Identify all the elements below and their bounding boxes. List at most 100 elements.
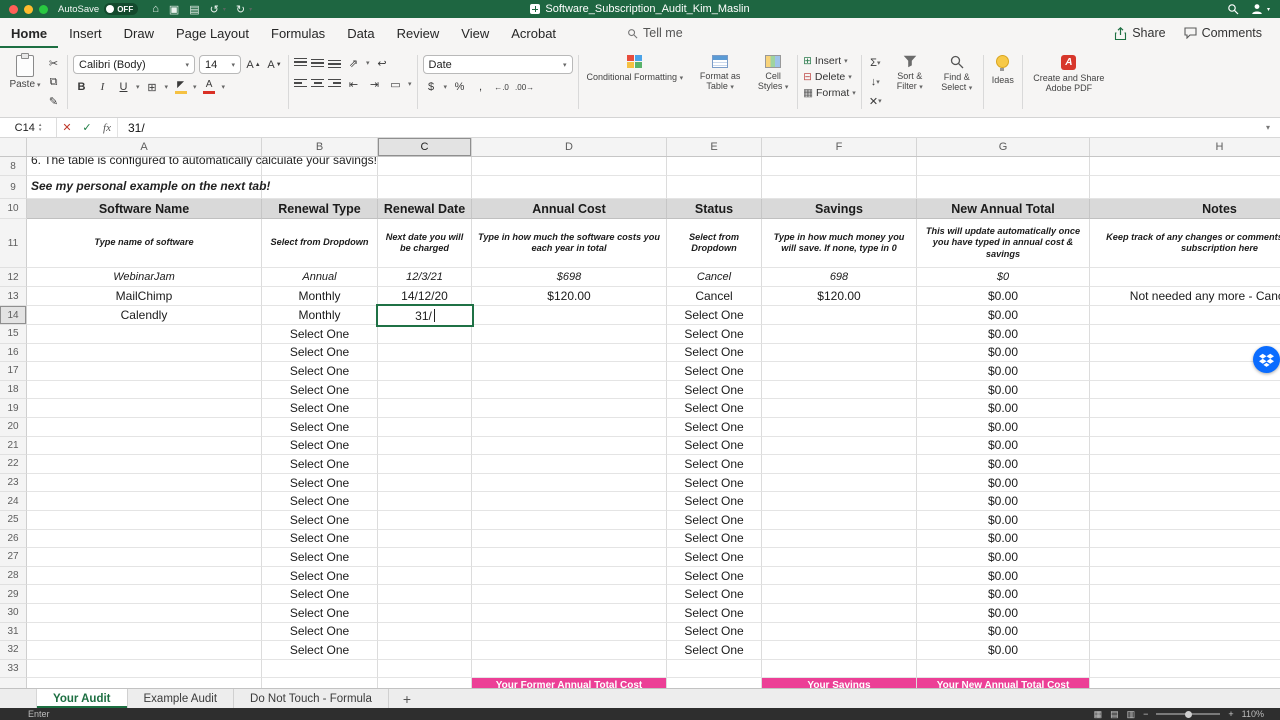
cell-C17[interactable] xyxy=(378,362,472,381)
percent-button[interactable]: % xyxy=(451,79,468,95)
cell-G12[interactable]: $0 xyxy=(917,268,1090,287)
cell-C12[interactable]: 12/3/21 xyxy=(378,268,472,287)
account-dropdown-icon[interactable]: ▾ xyxy=(1267,6,1270,13)
borders-button[interactable]: ⊞ xyxy=(144,79,161,95)
row-header-24[interactable]: 24 xyxy=(0,492,27,511)
cell-H28[interactable] xyxy=(1090,567,1280,586)
cell-F11[interactable]: Type in how much money you will save. If… xyxy=(762,219,917,268)
orientation-dropdown-icon[interactable]: ▾ xyxy=(366,59,370,67)
undo-icon[interactable]: ↺ xyxy=(210,3,219,16)
cell-G20[interactable]: $0.00 xyxy=(917,417,1090,437)
cell-B17[interactable]: Select One xyxy=(262,362,378,381)
decrease-indent-button[interactable]: ⇤ xyxy=(345,76,362,92)
cell-B23[interactable]: Select One xyxy=(262,473,378,493)
cell-F31[interactable] xyxy=(762,622,917,642)
cell-F16[interactable] xyxy=(762,343,917,363)
cell-F32[interactable] xyxy=(762,641,917,660)
zoom-slider[interactable] xyxy=(1156,710,1221,718)
increase-indent-button[interactable]: ⇥ xyxy=(366,76,383,92)
name-box-stepper[interactable]: ▴ ▾ xyxy=(39,122,42,133)
cell-A23[interactable] xyxy=(27,473,262,493)
insert-function-button[interactable]: fx xyxy=(97,122,117,134)
bold-button[interactable]: B xyxy=(73,79,90,95)
ribbon-tab-insert[interactable]: Insert xyxy=(58,18,113,48)
cell-H27[interactable] xyxy=(1090,548,1280,567)
cell-E8[interactable] xyxy=(667,157,762,176)
cell-C11[interactable]: Next date you will be charged xyxy=(378,219,472,268)
cell-C25[interactable] xyxy=(378,510,472,530)
cell-C20[interactable] xyxy=(378,417,472,437)
home-icon[interactable]: ⌂ xyxy=(152,3,159,15)
cell-A17[interactable] xyxy=(27,362,262,381)
cell-A25[interactable] xyxy=(27,510,262,530)
cell-E33[interactable] xyxy=(667,659,762,679)
cell-G32[interactable]: $0.00 xyxy=(917,641,1090,660)
decrease-font-button[interactable]: A ▼ xyxy=(266,57,283,73)
zoom-out-icon[interactable]: − xyxy=(1143,709,1148,719)
cell-E18[interactable]: Select One xyxy=(667,380,762,400)
cell-C27[interactable] xyxy=(378,548,472,567)
cell-E29[interactable]: Select One xyxy=(667,585,762,604)
cell-H29[interactable] xyxy=(1090,585,1280,604)
cell-C23[interactable] xyxy=(378,473,472,493)
align-left-icon[interactable] xyxy=(294,78,307,91)
cell-E26[interactable]: Select One xyxy=(667,529,762,549)
column-header-B[interactable]: B xyxy=(262,138,378,156)
page-break-view-icon[interactable]: ▥ xyxy=(1127,709,1136,720)
currency-dropdown-icon[interactable]: ▾ xyxy=(444,83,448,91)
cell-B21[interactable]: Select One xyxy=(262,436,378,456)
cell-F24[interactable] xyxy=(762,492,917,511)
active-cell-editor[interactable]: 31/ xyxy=(376,304,474,327)
cell-C10[interactable]: Renewal Date xyxy=(378,199,472,219)
cell-B9[interactable] xyxy=(262,176,378,199)
cell-D31[interactable] xyxy=(472,622,667,642)
select-all-corner[interactable] xyxy=(0,138,27,156)
cell-C29[interactable] xyxy=(378,585,472,604)
row-header-8[interactable]: 8 xyxy=(0,157,27,176)
cell-G8[interactable] xyxy=(917,157,1090,176)
cell-H33[interactable] xyxy=(1090,660,1280,679)
zoom-slider-knob[interactable] xyxy=(1185,710,1193,718)
cell-F15[interactable] xyxy=(762,325,917,344)
cell-C26[interactable] xyxy=(378,529,472,549)
column-header-E[interactable]: E xyxy=(667,138,762,156)
cell-F21[interactable] xyxy=(762,436,917,456)
cell-G18[interactable]: $0.00 xyxy=(917,380,1090,400)
row-header-21[interactable]: 21 xyxy=(0,436,27,456)
row-header-18[interactable]: 18 xyxy=(0,380,27,400)
row-header-25[interactable]: 25 xyxy=(0,510,27,530)
cell-D32[interactable] xyxy=(472,641,667,660)
cell-B29[interactable]: Select One xyxy=(262,585,378,604)
cell-C28[interactable] xyxy=(378,566,472,586)
confirm-entry-button[interactable]: ✓ xyxy=(77,121,97,134)
cell-E14[interactable]: Select One xyxy=(667,306,762,325)
paste-button[interactable]: Paste ▾ xyxy=(8,53,42,111)
cell-B19[interactable]: Select One xyxy=(262,399,378,418)
cell-G10[interactable]: New Annual Total xyxy=(917,199,1090,219)
undo-dropdown-icon[interactable]: ▾ xyxy=(223,6,226,13)
cell-G22[interactable]: $0.00 xyxy=(917,455,1090,474)
cell-D13[interactable]: $120.00 xyxy=(472,287,667,306)
account-icon[interactable] xyxy=(1251,3,1263,15)
cell-E19[interactable]: Select One xyxy=(667,399,762,418)
column-header-F[interactable]: F xyxy=(762,138,917,156)
cell-H23[interactable] xyxy=(1090,474,1280,493)
cell-B31[interactable]: Select One xyxy=(262,622,378,642)
row-header-31[interactable]: 31 xyxy=(0,622,27,642)
row-header-partial[interactable] xyxy=(0,678,27,688)
cell-G15[interactable]: $0.00 xyxy=(917,325,1090,344)
column-header-C[interactable]: C xyxy=(378,138,472,156)
comma-button[interactable]: , xyxy=(472,79,489,95)
format-painter-button[interactable]: ✎ xyxy=(45,93,62,109)
cell-B11[interactable]: Select from Dropdown xyxy=(262,219,378,268)
autosave-toggle[interactable]: OFF xyxy=(104,3,139,15)
adobe-pdf-button[interactable]: A Create and Share Adobe PDF xyxy=(1028,53,1110,111)
cell-G28[interactable]: $0.00 xyxy=(917,566,1090,586)
cell-F9[interactable] xyxy=(762,176,917,199)
cell-G31[interactable]: $0.00 xyxy=(917,622,1090,642)
currency-button[interactable]: $ xyxy=(423,79,440,95)
cell-C15[interactable] xyxy=(378,325,472,344)
cell-F8[interactable] xyxy=(762,157,917,176)
cell-F26[interactable] xyxy=(762,529,917,549)
cell-H25[interactable] xyxy=(1090,511,1280,530)
